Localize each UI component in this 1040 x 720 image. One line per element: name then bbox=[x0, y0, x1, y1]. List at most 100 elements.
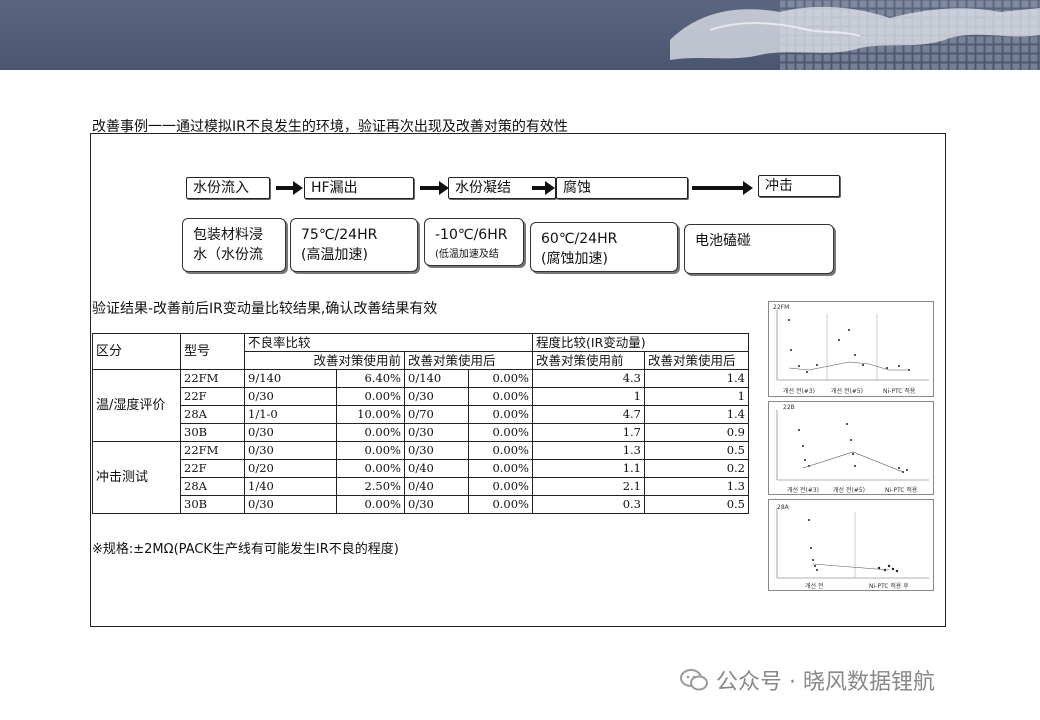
flow-arrow bbox=[276, 181, 303, 195]
before-count-cell: 0/20 bbox=[244, 459, 337, 478]
degree-before-cell: 4.7 bbox=[532, 405, 645, 424]
degree-before-cell: 1.1 bbox=[532, 459, 645, 478]
before-count-cell: 0/30 bbox=[244, 495, 337, 514]
chart-x-label: 개선 전(#3) bbox=[787, 487, 819, 494]
scatter-plot bbox=[776, 410, 929, 481]
before-count-cell: 0/30 bbox=[244, 441, 337, 460]
table-row: 30B 0/30 0.00% 0/30 0.00% 1.7 0.9 bbox=[93, 423, 749, 442]
category-cell: 冲击测试 bbox=[92, 441, 181, 514]
scatter-plot bbox=[776, 310, 929, 381]
spec-note: ※规格:±2MΩ(PACK生产线有可能发生IR不良的程度) bbox=[92, 542, 399, 557]
after-count-cell: 0/30 bbox=[404, 423, 469, 442]
scatter-plot bbox=[776, 508, 929, 579]
condition-line: 电池磕碰 bbox=[695, 233, 751, 249]
condition-line: 75℃/24HR bbox=[301, 227, 378, 243]
degree-after-cell: 0.5 bbox=[644, 441, 749, 460]
table-row: 28A 1/40 2.50% 0/40 0.00% 2.1 1.3 bbox=[93, 477, 749, 496]
flow-arrow bbox=[420, 181, 449, 195]
degree-before-cell: 1 bbox=[532, 387, 645, 406]
after-count-cell: 0/40 bbox=[404, 459, 469, 478]
flow-arrow bbox=[532, 181, 555, 195]
after-count-cell: 0/140 bbox=[404, 369, 469, 388]
after-pct-cell: 0.00% bbox=[468, 459, 533, 478]
flow-step-hf-leak: HF漏出 bbox=[304, 177, 414, 199]
after-pct-cell: 0.00% bbox=[468, 369, 533, 388]
after-count-cell: 0/30 bbox=[404, 387, 469, 406]
model-cell: 22F bbox=[180, 459, 245, 478]
header-degree-group: 程度比较(IR变动量) bbox=[532, 333, 749, 352]
condition-box-5: 电池磕碰 bbox=[684, 224, 834, 274]
category-cell: 温/湿度评价 bbox=[92, 369, 181, 442]
header-defect-group: 不良率比较 bbox=[244, 333, 533, 352]
condition-box-2: 75℃/24HR (高温加速) bbox=[290, 218, 418, 272]
table-row: 28A 1/1-0 10.00% 0/70 0.00% 4.7 1.4 bbox=[93, 405, 749, 424]
scatter-chart-22b: 22B 개선 전(#3) 개선 전(#5) Ni-PTC 적용 bbox=[768, 401, 934, 495]
condition-line: 60℃/24HR bbox=[541, 231, 618, 247]
condition-line: (低温加速及结 bbox=[435, 249, 499, 260]
model-cell: 28A bbox=[180, 405, 245, 424]
flow-step-water-inflow: 水份流入 bbox=[186, 177, 270, 199]
table-row: 温/湿度评价 22FM 9/140 6.40% 0/140 0.00% 4.3 … bbox=[92, 369, 749, 442]
before-pct-cell: 6.40% bbox=[336, 369, 405, 388]
chart-x-label: 개선 전(#5) bbox=[831, 388, 863, 395]
degree-after-cell: 1 bbox=[644, 387, 749, 406]
subheader-after-degree: 改善对策使用后 bbox=[644, 351, 749, 370]
degree-after-cell: 0.9 bbox=[644, 423, 749, 442]
chart-x-label: 개선 전(#3) bbox=[783, 388, 815, 395]
chart-x-label: 개선 전(#5) bbox=[833, 487, 865, 494]
watermark-text: 公众号 · 晓风数据锂航 bbox=[716, 670, 935, 695]
header-category: 区分 bbox=[92, 333, 181, 370]
condition-box-1: 包装材料浸 水（水份流 bbox=[182, 218, 286, 272]
after-count-cell: 0/40 bbox=[404, 477, 469, 496]
result-title: 验证结果-改善前后IR变动量比较结果,确认改善结果有效 bbox=[92, 301, 438, 317]
model-cell: 22FM bbox=[180, 441, 245, 460]
before-count-cell: 0/30 bbox=[244, 387, 337, 406]
chart-x-label: 개선 전 bbox=[805, 583, 824, 590]
condition-line: (腐蚀加速) bbox=[541, 251, 608, 267]
degree-before-cell: 4.3 bbox=[532, 369, 645, 388]
before-count-cell: 1/40 bbox=[244, 477, 337, 496]
degree-after-cell: 0.5 bbox=[644, 495, 749, 514]
after-pct-cell: 0.00% bbox=[468, 441, 533, 460]
before-pct-cell: 2.50% bbox=[336, 477, 405, 496]
subheader-before-degree: 改善对策使用前 bbox=[532, 351, 645, 370]
subheader-after: 改善对策使用后 bbox=[404, 351, 533, 370]
table-row: 30B 0/30 0.00% 0/30 0.00% 0.3 0.5 bbox=[93, 495, 749, 514]
table-row: 22F 0/30 0.00% 0/30 0.00% 1 1 bbox=[93, 387, 749, 406]
degree-after-cell: 1.3 bbox=[644, 477, 749, 496]
world-map-graphic bbox=[670, 0, 1040, 70]
table-header-row: 区分 型号 不良率比较 程度比较(IR变动量) bbox=[92, 333, 749, 370]
after-count-cell: 0/30 bbox=[404, 495, 469, 514]
degree-before-cell: 1.3 bbox=[532, 441, 645, 460]
after-count-cell: 0/30 bbox=[404, 441, 469, 460]
chart-x-label: Ni-PTC 적용 bbox=[883, 388, 916, 395]
degree-after-cell: 1.4 bbox=[644, 405, 749, 424]
before-pct-cell: 0.00% bbox=[336, 459, 405, 478]
condition-box-3: -10℃/6HR (低温加速及结 bbox=[424, 218, 524, 266]
before-pct-cell: 0.00% bbox=[336, 387, 405, 406]
after-count-cell: 0/70 bbox=[404, 405, 469, 424]
before-pct-cell: 0.00% bbox=[336, 441, 405, 460]
before-count-cell: 9/140 bbox=[244, 369, 337, 388]
watermark: 公众号 · 晓风数据锂航 bbox=[680, 664, 935, 696]
condition-line: -10℃/6HR bbox=[435, 227, 508, 243]
model-cell: 30B bbox=[180, 495, 245, 514]
degree-before-cell: 1.7 bbox=[532, 423, 645, 442]
before-count-cell: 0/30 bbox=[244, 423, 337, 442]
degree-before-cell: 2.1 bbox=[532, 477, 645, 496]
before-pct-cell: 0.00% bbox=[336, 495, 405, 514]
condition-line: (高温加速) bbox=[301, 247, 368, 263]
scatter-chart-22fm: 22FM 개선 전(#3) 개선 전(#5) Ni-PTC 적용 bbox=[768, 301, 934, 397]
model-cell: 22FM bbox=[180, 369, 245, 388]
model-cell: 28A bbox=[180, 477, 245, 496]
result-table: 区分 型号 不良率比较 程度比较(IR变动量) 改善对策使用前 改善对策使用后 … bbox=[92, 333, 749, 514]
wechat-icon bbox=[680, 669, 708, 691]
after-pct-cell: 0.00% bbox=[468, 423, 533, 442]
condition-box-4: 60℃/24HR (腐蚀加速) bbox=[530, 222, 678, 272]
after-pct-cell: 0.00% bbox=[468, 477, 533, 496]
degree-after-cell: 0.2 bbox=[644, 459, 749, 478]
subheader-before: 改善对策使用前 bbox=[244, 351, 405, 370]
model-cell: 30B bbox=[180, 423, 245, 442]
condition-line: 水（水份流 bbox=[193, 247, 263, 263]
flow-arrow bbox=[692, 181, 753, 195]
